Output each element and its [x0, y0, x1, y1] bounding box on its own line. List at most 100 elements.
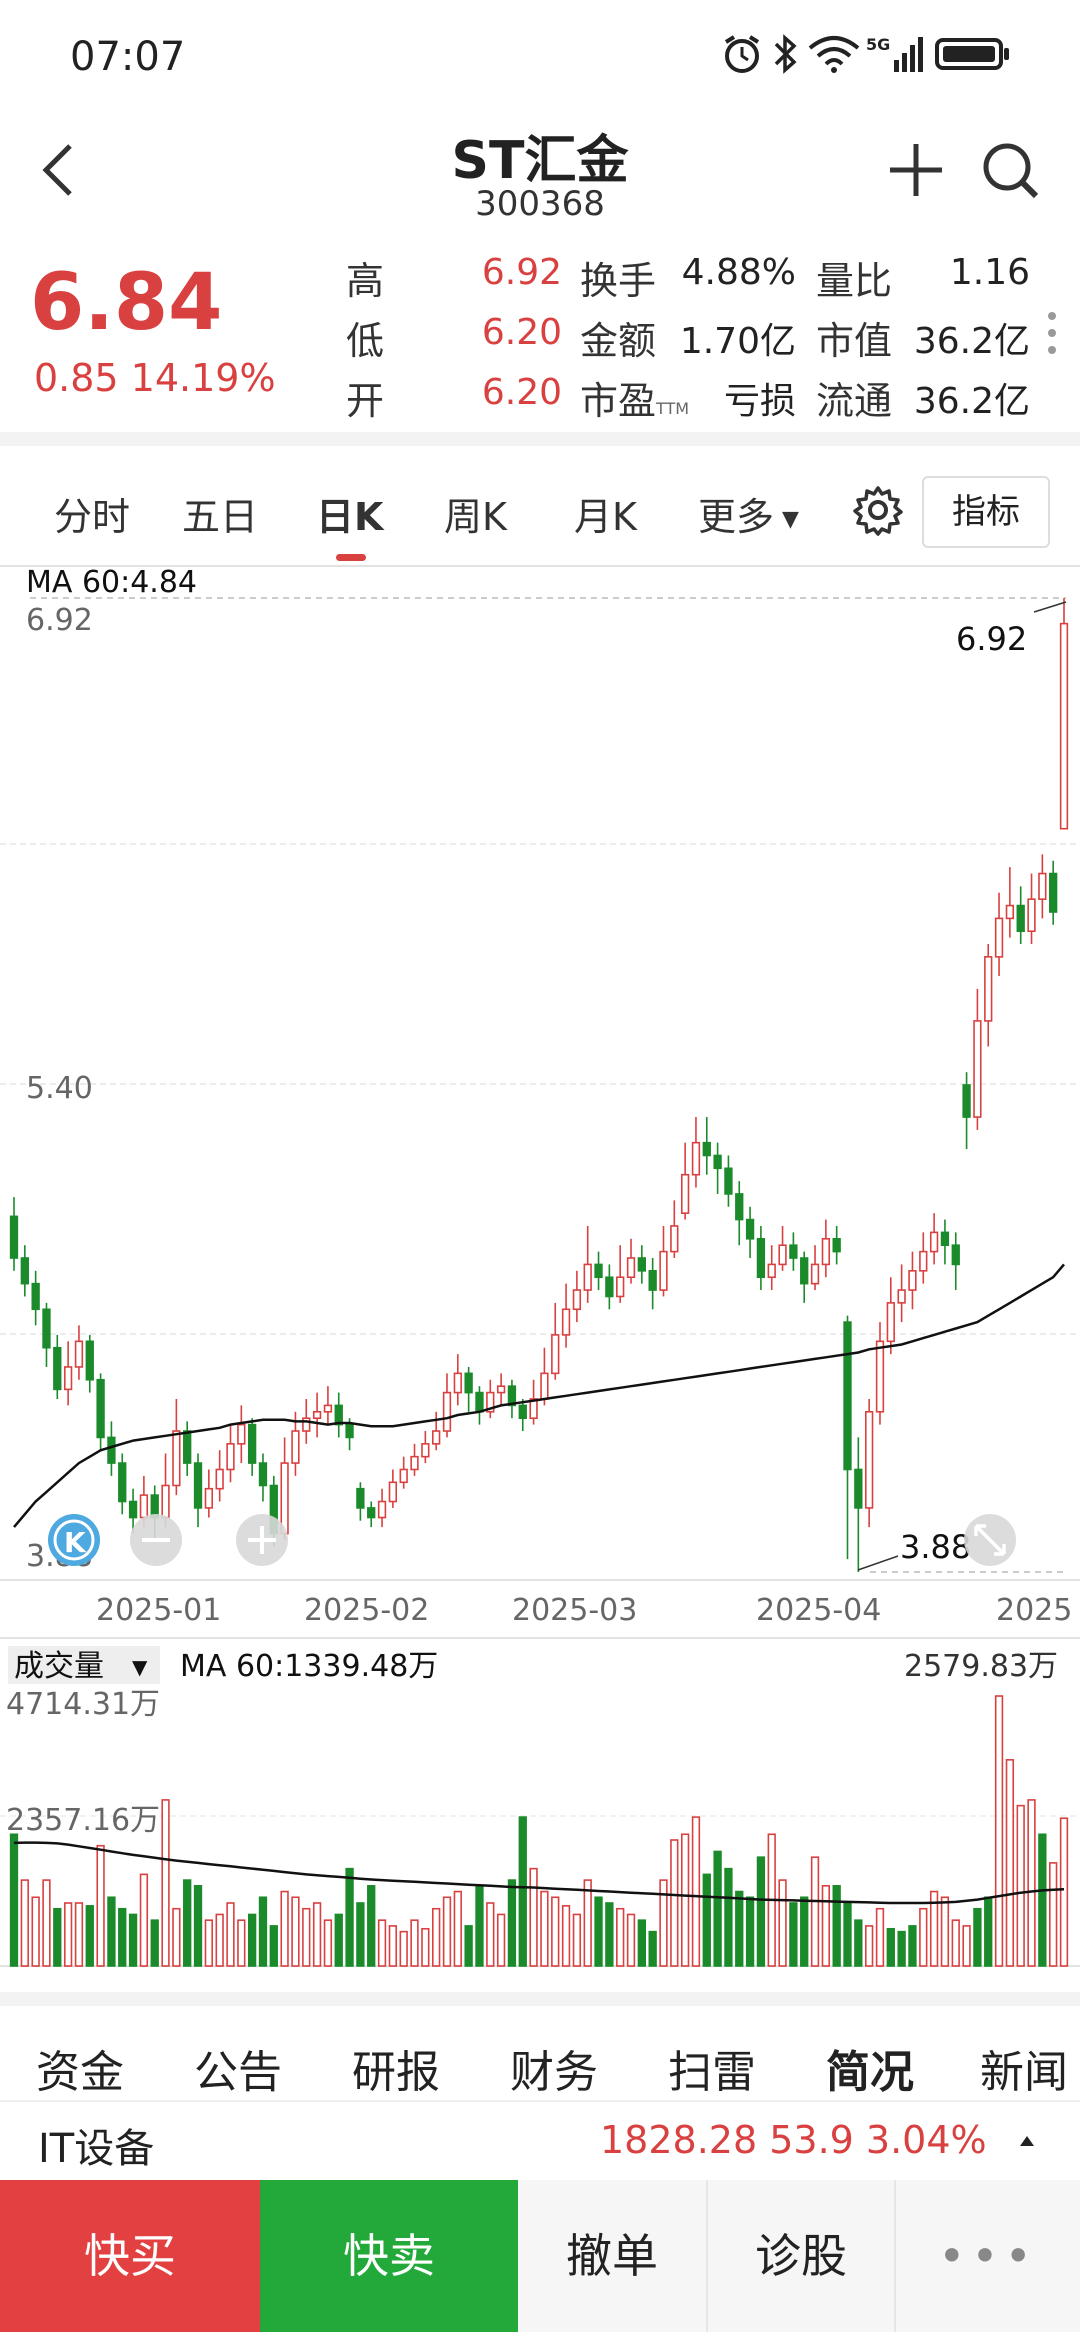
kline-chart[interactable]: MA 60:4.84 6.92 5.40 3.88 6.92 3.88 K 20… [0, 562, 1080, 1642]
zoom-in-icon[interactable] [236, 1514, 288, 1566]
volume-bar [594, 1896, 603, 1967]
volume-bar [464, 1925, 473, 1967]
volume-selector[interactable]: 成交量 ▼ [8, 1646, 160, 1684]
volume-bar [323, 1919, 333, 1967]
candle-body [63, 1366, 73, 1391]
candle-body [1049, 872, 1058, 913]
gear-icon[interactable] [852, 484, 904, 536]
candle-body [442, 1391, 452, 1432]
tab-news[interactable]: 新闻 [980, 2036, 1068, 2100]
volume-bar [150, 1919, 159, 1967]
candle-body [410, 1455, 419, 1471]
candle-body [421, 1443, 430, 1458]
stat-label-high: 高 [346, 259, 385, 303]
kline-logo-icon[interactable]: K [48, 1514, 100, 1566]
candle-body [897, 1289, 906, 1304]
tab-five-day[interactable]: 五日 [182, 486, 258, 541]
tab-financials[interactable]: 财务 [510, 2036, 598, 2100]
volume-bar [442, 1896, 452, 1967]
volume-bar [42, 1879, 51, 1967]
quote-more-icon[interactable] [1046, 310, 1058, 356]
candle-body [908, 1270, 917, 1291]
caret-up-icon[interactable] [1018, 2134, 1036, 2148]
stat-value-open: 6.20 [481, 372, 562, 413]
volume-bar [9, 1833, 19, 1967]
tab-profile[interactable]: 简况 [826, 2036, 914, 2100]
volume-bar [810, 1856, 820, 1967]
volume-bar [691, 1816, 701, 1967]
candle-body [583, 1263, 592, 1291]
candle-body [637, 1257, 646, 1272]
volume-bar [821, 1885, 831, 1967]
candle-body [561, 1308, 571, 1336]
active-tab-indicator [336, 554, 366, 561]
zoom-out-icon[interactable] [130, 1514, 182, 1566]
candle-body [475, 1391, 484, 1413]
volume-bar [518, 1816, 527, 1967]
tab-monthly-k[interactable]: 月K [574, 486, 637, 541]
candle-body [551, 1334, 560, 1375]
candle-body [247, 1423, 257, 1464]
industry-label[interactable]: IT设备 [38, 2116, 154, 2174]
candle-body [118, 1462, 127, 1503]
volume-bar [616, 1907, 625, 1967]
candles [9, 598, 1069, 1572]
tab-research[interactable]: 研报 [352, 2036, 440, 2100]
volume-bar [756, 1856, 766, 1967]
stat-value-high: 6.92 [481, 252, 562, 293]
tab-funds[interactable]: 资金 [36, 2036, 124, 2100]
add-icon[interactable] [888, 142, 944, 198]
tab-announcements[interactable]: 公告 [194, 2036, 282, 2100]
indicator-button[interactable]: 指标 [922, 476, 1050, 548]
volume-bar [193, 1885, 203, 1967]
volume-bar [984, 1896, 993, 1967]
section-divider [0, 432, 1080, 446]
volume-bar [854, 1919, 863, 1967]
volume-bar [215, 1913, 224, 1967]
candle-body [464, 1372, 473, 1394]
volume-bar [778, 1879, 787, 1967]
candle-body [20, 1257, 29, 1285]
industry-values: 1828.28 53.9 3.04% [600, 2118, 987, 2162]
volume-chart[interactable]: 成交量 ▼ MA 60:1339.48万 2579.83万 4714.31万 2… [0, 1640, 1080, 1980]
candle-body [973, 1020, 982, 1118]
volume-bar [1027, 1799, 1036, 1967]
candle-body [572, 1289, 582, 1311]
tab-weekly-k[interactable]: 周K [444, 486, 507, 541]
volume-bar [367, 1885, 376, 1967]
candle-body [518, 1404, 527, 1420]
candle-body [345, 1423, 354, 1439]
candle-body [237, 1423, 246, 1445]
cancel-order-button[interactable]: 撤单 [518, 2180, 708, 2332]
candle-body [367, 1507, 376, 1519]
tab-intraday[interactable]: 分时 [54, 486, 130, 541]
more-button[interactable]: ••• [896, 2180, 1080, 2332]
tab-risk-scan[interactable]: 扫雷 [668, 2036, 756, 2100]
search-icon[interactable] [980, 140, 1040, 200]
tab-more[interactable]: 更多 ▼ [698, 486, 799, 541]
diagnose-stock-button[interactable]: 诊股 [708, 2180, 896, 2332]
tab-daily-k[interactable]: 日K [316, 486, 383, 541]
quick-buy-button[interactable]: 快买 [0, 2180, 260, 2332]
fullscreen-icon[interactable] [964, 1514, 1016, 1566]
candle-body [540, 1372, 549, 1400]
volume-bar [161, 1799, 170, 1967]
x-tick-2025-04: 2025-04 [756, 1593, 881, 1628]
candle-body [670, 1225, 679, 1253]
candle-body [161, 1484, 170, 1519]
y-tick-mid: 5.40 [26, 1071, 93, 1106]
stat-value-pe: 亏损 [723, 381, 796, 422]
quick-sell-button[interactable]: 快卖 [260, 2180, 518, 2332]
volume-bar [118, 1907, 127, 1967]
volume-bar [919, 1907, 928, 1967]
volume-bar [1049, 1862, 1058, 1967]
volume-bar [1005, 1759, 1015, 1967]
candle-body [96, 1378, 105, 1439]
volume-bar [973, 1907, 982, 1967]
candle-body [128, 1500, 138, 1519]
volume-bar [724, 1867, 733, 1967]
candle-body [940, 1231, 950, 1246]
candle-body [713, 1154, 722, 1170]
candle-body [800, 1257, 809, 1285]
stat-label-pe: 市盈TTM [580, 370, 689, 425]
